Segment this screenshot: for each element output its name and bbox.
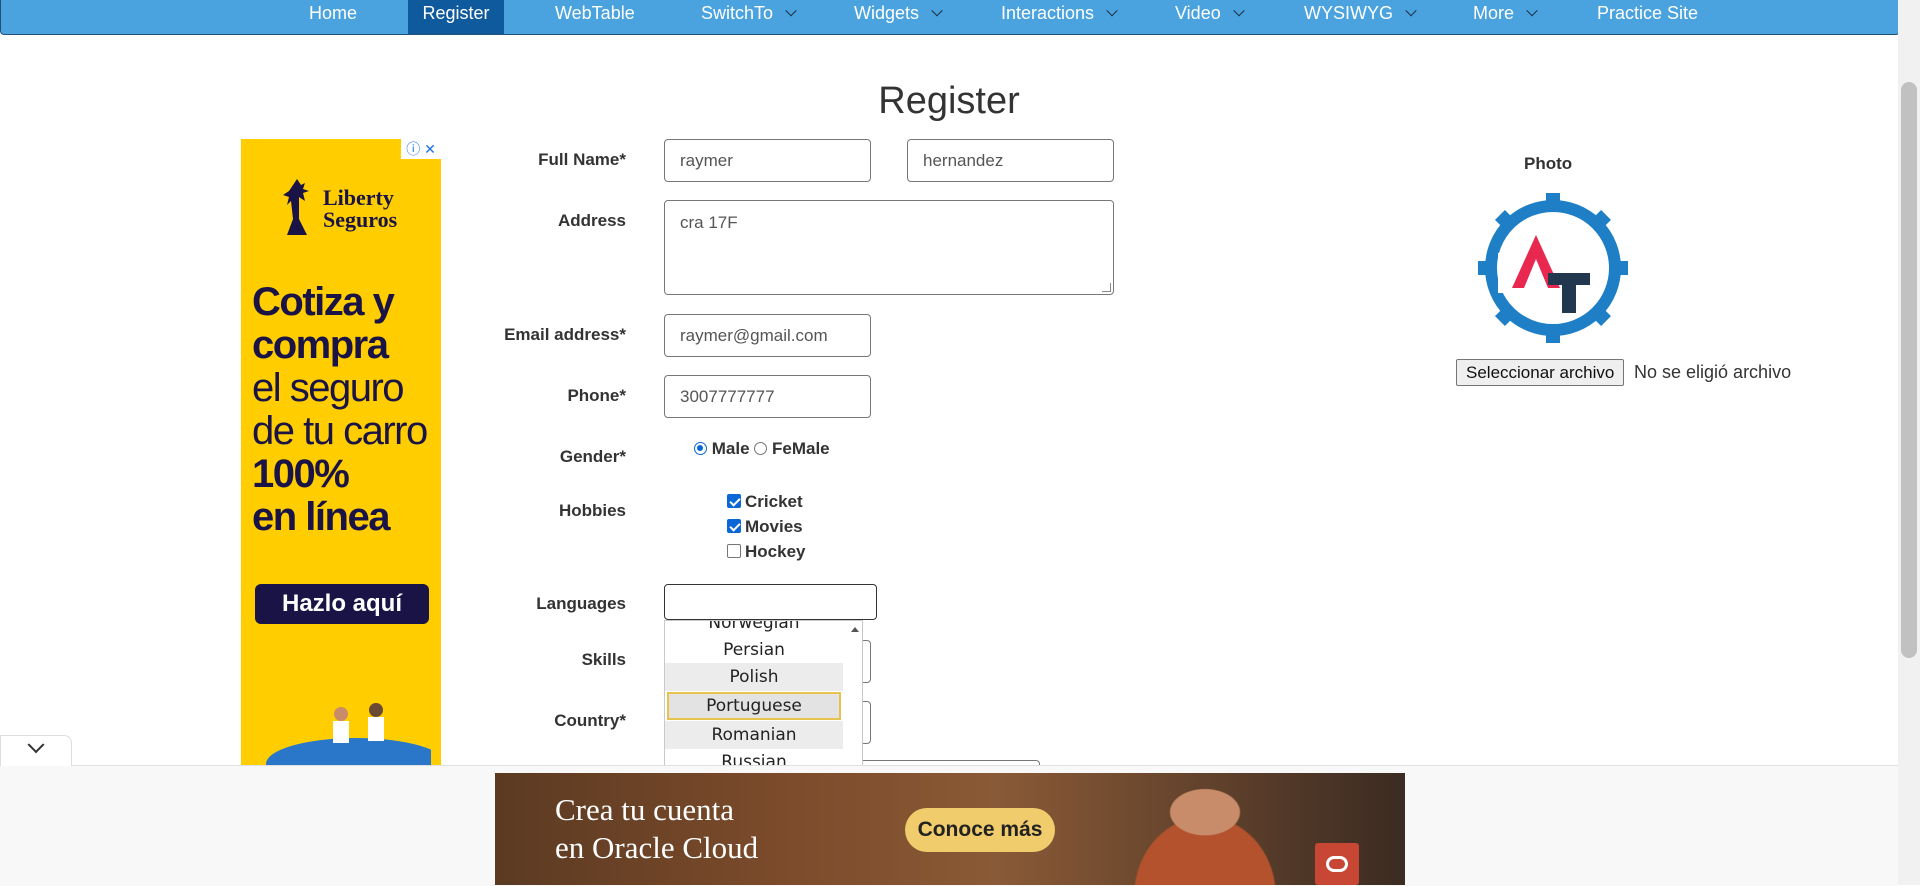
oracle-cta-button[interactable]: Conoce más — [905, 808, 1055, 852]
hobby-cricket-row[interactable]: Cricket — [727, 492, 803, 512]
language-option[interactable]: Polish — [665, 663, 843, 691]
languages-multiselect[interactable] — [664, 584, 877, 620]
nav-wysiwyg[interactable]: WYSIWYG — [1304, 0, 1417, 34]
oracle-logo-icon — [1315, 843, 1359, 885]
language-option[interactable]: Romanian — [665, 721, 843, 749]
nav-switchto-label: SwitchTo — [701, 3, 774, 23]
address-value: cra 17F — [680, 213, 738, 232]
first-name-input[interactable] — [664, 139, 871, 182]
vertical-scrollbar[interactable] — [1898, 0, 1920, 885]
chevron-down-icon — [27, 736, 45, 754]
chevron-down-icon — [1405, 5, 1417, 17]
liberty-logo: Liberty Seguros — [279, 179, 419, 239]
full-name-label: Full Name* — [538, 150, 626, 169]
cricket-checkbox[interactable] — [727, 494, 741, 508]
hockey-label: Hockey — [745, 542, 806, 561]
phone-label: Phone* — [567, 386, 626, 405]
ad-copy-line: Cotiza y — [252, 280, 395, 324]
ad-cta-button[interactable]: Hazlo aquí — [255, 584, 429, 624]
gender-female-label: FeMale — [772, 439, 830, 458]
oracle-headline: Crea tu cuenta en Oracle Cloud — [555, 791, 758, 867]
nav-register[interactable]: Register — [408, 0, 504, 34]
skills-label: Skills — [581, 650, 626, 669]
ad-copy-line: 100% — [252, 452, 350, 496]
gender-label: Gender* — [559, 447, 626, 466]
nav-practice-site[interactable]: Practice Site — [1597, 0, 1698, 34]
languages-dropdown-list[interactable]: Norwegian Persian Polish Portuguese Roma… — [664, 620, 863, 768]
last-name-input[interactable] — [907, 139, 1114, 182]
gender-male-radio[interactable] — [694, 442, 707, 455]
ad-copy-line: compra — [252, 323, 389, 367]
ad-copy-line: en línea — [252, 495, 390, 539]
nav-webtable-label: WebTable — [555, 3, 635, 23]
no-file-text: No se eligió archivo — [1634, 362, 1792, 382]
movies-label: Movies — [745, 517, 803, 536]
nav-home[interactable]: Home — [297, 0, 369, 34]
phone-input[interactable] — [664, 375, 871, 418]
hobby-movies-row[interactable]: Movies — [727, 517, 803, 537]
gender-male-label: Male — [711, 439, 750, 458]
address-textarea[interactable]: cra 17F — [664, 200, 1114, 295]
scroll-up-arrow-icon[interactable] — [851, 627, 859, 632]
nav-register-label: Register — [422, 3, 490, 23]
hockey-checkbox[interactable] — [727, 544, 741, 558]
hobbies-label: Hobbies — [558, 501, 626, 520]
nav-interactions[interactable]: Interactions — [1001, 0, 1118, 34]
email-label: Email address* — [504, 325, 626, 344]
nav-video-label: Video — [1175, 3, 1221, 23]
ad-person-image — [1095, 773, 1315, 885]
hobby-hockey-row[interactable]: Hockey — [727, 542, 805, 562]
oracle-line2: en Oracle Cloud — [555, 830, 759, 865]
ad-copy: Cotiza y compra el seguro de tu carro 10… — [252, 281, 437, 539]
automation-testing-logo — [1478, 193, 1628, 343]
address-label: Address — [557, 211, 626, 230]
brand-line2: Seguros — [323, 207, 398, 232]
liberty-ad[interactable]: ⓘ ✕ Liberty Seguros Cotiza y compra el se… — [241, 139, 441, 765]
language-option[interactable]: Persian — [665, 636, 843, 664]
ad-car-image — [266, 703, 431, 765]
nav-home-label: Home — [308, 3, 357, 23]
nav-wysiwyg-label: WYSIWYG — [1304, 3, 1393, 23]
nav-widgets[interactable]: Widgets — [854, 0, 943, 34]
chevron-down-icon — [931, 5, 943, 17]
gender-options: Male FeMale — [694, 439, 830, 459]
nav-webtable[interactable]: WebTable — [555, 0, 635, 34]
chevron-down-icon — [785, 5, 797, 17]
email-input[interactable] — [664, 314, 871, 357]
oracle-ad[interactable]: Crea tu cuenta en Oracle Cloud Conoce más — [495, 773, 1405, 885]
language-option[interactable]: Norwegian — [665, 621, 843, 637]
ad-collapse-toggle[interactable] — [0, 735, 72, 766]
nav-switchto[interactable]: SwitchTo — [701, 0, 797, 34]
chevron-down-icon — [1526, 5, 1538, 17]
country-label: Country* — [554, 711, 626, 730]
gender-female-radio[interactable] — [754, 442, 768, 455]
movies-checkbox[interactable] — [727, 519, 741, 533]
languages-label: Languages — [536, 594, 626, 613]
nav-more-label: More — [1473, 3, 1515, 23]
cricket-label: Cricket — [745, 492, 803, 511]
chevron-down-icon — [1106, 5, 1118, 17]
nav-practice-site-label: Practice Site — [1597, 3, 1699, 23]
ad-copy-line: el seguro — [252, 366, 405, 410]
scrollbar-thumb[interactable] — [1901, 82, 1917, 658]
chevron-down-icon — [1233, 5, 1245, 17]
ad-copy-line: de tu carro — [252, 409, 428, 453]
nav-widgets-label: Widgets — [854, 3, 920, 23]
page-title: Register — [878, 80, 1020, 122]
resize-handle-icon[interactable] — [1102, 283, 1111, 292]
oracle-line1: Crea tu cuenta — [555, 792, 735, 827]
nav-interactions-label: Interactions — [1001, 3, 1095, 23]
nav-video[interactable]: Video — [1175, 0, 1245, 34]
photo-label: Photo — [1524, 154, 1573, 173]
language-option-selected[interactable]: Portuguese — [667, 692, 841, 720]
nav-more[interactable]: More — [1473, 0, 1538, 34]
choose-file-button[interactable]: Seleccionar archivo — [1456, 359, 1625, 386]
top-navbar: Home Register WebTable SwitchTo Widgets … — [0, 0, 1900, 35]
